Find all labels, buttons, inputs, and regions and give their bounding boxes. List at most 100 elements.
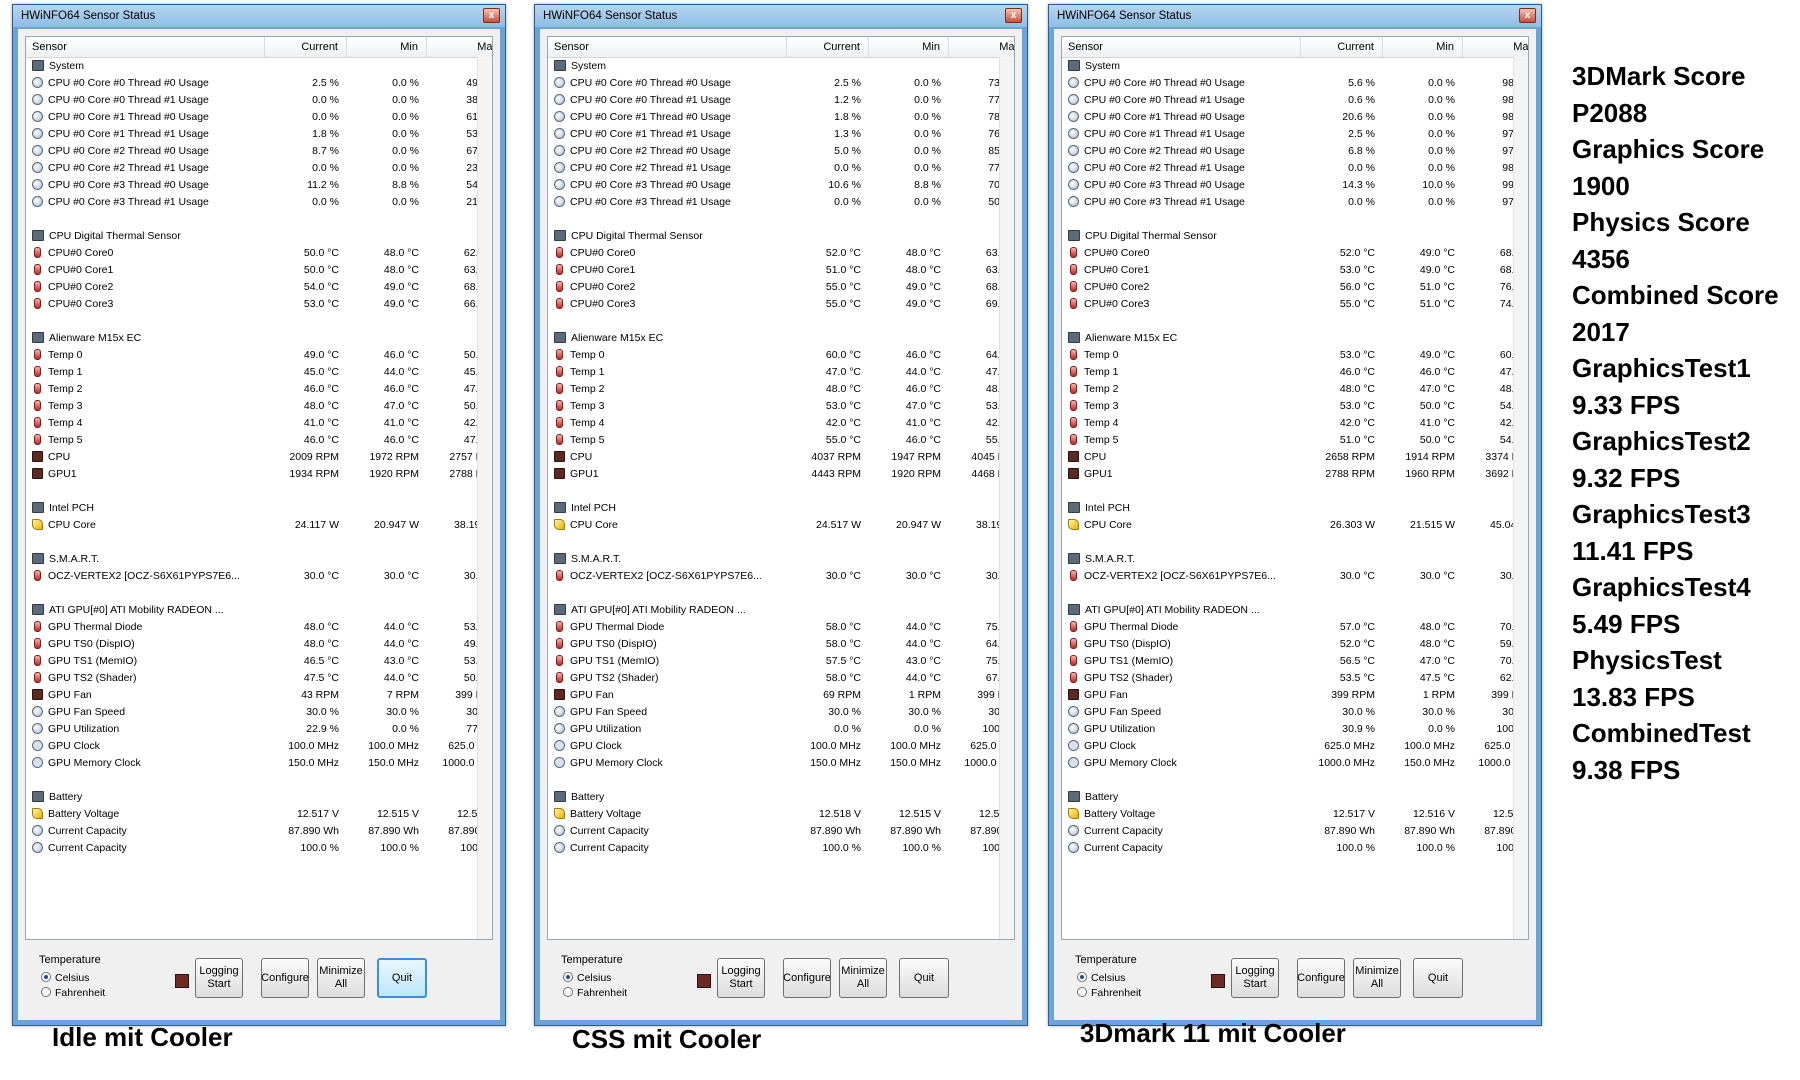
sensor-group[interactable]: ATI GPU[#0] ATI Mobility RADEON ... bbox=[26, 602, 492, 619]
sensor-row[interactable]: GPU Memory Clock 150.0 MHz 150.0 MHz 100… bbox=[548, 755, 1014, 772]
configure-button[interactable]: Configure bbox=[261, 958, 309, 998]
sensor-row[interactable]: GPU Fan Speed 30.0 % 30.0 % 30.0 % bbox=[548, 704, 1014, 721]
sensor-row[interactable]: CPU #0 Core #2 Thread #1 Usage 0.0 % 0.0… bbox=[548, 160, 1014, 177]
sensor-row[interactable]: CPU Core 24.517 W 20.947 W 38.197 W bbox=[548, 517, 1014, 534]
configure-button[interactable]: Configure bbox=[783, 958, 831, 998]
close-button[interactable]: x bbox=[1005, 8, 1022, 23]
sensor-row[interactable]: CPU 2658 RPM 1914 RPM 3374 RPM bbox=[1062, 449, 1528, 466]
sensor-row[interactable]: GPU Thermal Diode 57.0 °C 48.0 °C 70.0 °… bbox=[1062, 619, 1528, 636]
sensor-list[interactable]: Sensor Current Min Max System CPU #0 Cor… bbox=[547, 36, 1015, 940]
sensor-row[interactable]: GPU Clock 625.0 MHz 100.0 MHz 625.0 MHz bbox=[1062, 738, 1528, 755]
column-sensor[interactable]: Sensor bbox=[548, 37, 787, 57]
sensor-row[interactable]: CPU #0 Core #0 Thread #0 Usage 2.5 % 0.0… bbox=[548, 75, 1014, 92]
sensor-row[interactable]: OCZ-VERTEX2 [OCZ-S6X61PYPS7E6... 30.0 °C… bbox=[1062, 568, 1528, 585]
sensor-row[interactable]: CPU #0 Core #2 Thread #0 Usage 8.7 % 0.0… bbox=[26, 143, 492, 160]
close-button[interactable]: x bbox=[483, 8, 500, 23]
sensor-group[interactable]: S.M.A.R.T. bbox=[1062, 551, 1528, 568]
sensor-row[interactable]: Temp 4 42.0 °C 41.0 °C 42.0 °C bbox=[548, 415, 1014, 432]
sensor-row[interactable]: CPU Core 26.303 W 21.515 W 45.047 W bbox=[1062, 517, 1528, 534]
sensor-group[interactable]: Alienware M15x EC bbox=[1062, 330, 1528, 347]
sensor-row[interactable]: CPU #0 Core #2 Thread #1 Usage 0.0 % 0.0… bbox=[1062, 160, 1528, 177]
sensor-row[interactable]: Temp 0 49.0 °C 46.0 °C 50.0 °C bbox=[26, 347, 492, 364]
sensor-group[interactable]: System bbox=[548, 58, 1014, 75]
sensor-row[interactable]: GPU Fan Speed 30.0 % 30.0 % 30.0 % bbox=[1062, 704, 1528, 721]
sensor-row[interactable]: CPU#0 Core1 53.0 °C 49.0 °C 68.0 °C bbox=[1062, 262, 1528, 279]
fahrenheit-radio[interactable] bbox=[1077, 987, 1087, 997]
close-button[interactable]: x bbox=[1519, 8, 1536, 23]
sensor-group[interactable]: CPU Digital Thermal Sensor bbox=[1062, 228, 1528, 245]
sensor-row[interactable]: CPU #0 Core #0 Thread #0 Usage 5.6 % 0.0… bbox=[1062, 75, 1528, 92]
sensor-row[interactable]: CPU#0 Core3 55.0 °C 49.0 °C 69.0 °C bbox=[548, 296, 1014, 313]
sensor-row[interactable]: Current Capacity 100.0 % 100.0 % 100.0 % bbox=[548, 840, 1014, 857]
sensor-row[interactable]: Temp 1 46.0 °C 46.0 °C 47.0 °C bbox=[1062, 364, 1528, 381]
logging-start-button[interactable]: Logging Start bbox=[717, 958, 765, 998]
sensor-row[interactable]: GPU TS0 (DispIO) 58.0 °C 44.0 °C 64.0 °C bbox=[548, 636, 1014, 653]
sensor-settings-icon[interactable] bbox=[1211, 974, 1225, 988]
sensor-row[interactable]: Temp 1 45.0 °C 44.0 °C 45.0 °C bbox=[26, 364, 492, 381]
sensor-row[interactable]: CPU#0 Core2 54.0 °C 49.0 °C 68.0 °C bbox=[26, 279, 492, 296]
sensor-row[interactable]: Current Capacity 100.0 % 100.0 % 100.0 % bbox=[26, 840, 492, 857]
sensor-row[interactable]: CPU #0 Core #1 Thread #1 Usage 1.3 % 0.0… bbox=[548, 126, 1014, 143]
sensor-row[interactable]: CPU #0 Core #1 Thread #0 Usage 0.0 % 0.0… bbox=[26, 109, 492, 126]
sensor-group[interactable]: Intel PCH bbox=[548, 500, 1014, 517]
sensor-row[interactable]: CPU#0 Core1 51.0 °C 48.0 °C 63.0 °C bbox=[548, 262, 1014, 279]
sensor-group[interactable]: Battery bbox=[26, 789, 492, 806]
column-max[interactable]: Max bbox=[427, 37, 492, 57]
sensor-row[interactable]: Temp 4 41.0 °C 41.0 °C 42.0 °C bbox=[26, 415, 492, 432]
sensor-row[interactable]: Temp 5 55.0 °C 46.0 °C 55.0 °C bbox=[548, 432, 1014, 449]
sensor-settings-icon[interactable] bbox=[175, 974, 189, 988]
sensor-row[interactable]: CPU #0 Core #3 Thread #1 Usage 0.0 % 0.0… bbox=[26, 194, 492, 211]
fahrenheit-option[interactable]: Fahrenheit bbox=[563, 987, 627, 999]
column-current[interactable]: Current bbox=[265, 37, 347, 57]
sensor-row[interactable]: CPU #0 Core #1 Thread #0 Usage 1.8 % 0.0… bbox=[548, 109, 1014, 126]
sensor-row[interactable]: GPU1 1934 RPM 1920 RPM 2788 RPM bbox=[26, 466, 492, 483]
sensor-row[interactable]: CPU #0 Core #2 Thread #0 Usage 6.8 % 0.0… bbox=[1062, 143, 1528, 160]
sensor-row[interactable]: GPU TS2 (Shader) 58.0 °C 44.0 °C 67.0 °C bbox=[548, 670, 1014, 687]
sensor-group[interactable]: Alienware M15x EC bbox=[26, 330, 492, 347]
sensor-settings-icon[interactable] bbox=[697, 974, 711, 988]
sensor-row[interactable]: CPU#0 Core2 55.0 °C 49.0 °C 68.0 °C bbox=[548, 279, 1014, 296]
sensor-row[interactable]: Temp 2 48.0 °C 47.0 °C 48.0 °C bbox=[1062, 381, 1528, 398]
column-sensor[interactable]: Sensor bbox=[1062, 37, 1301, 57]
sensor-row[interactable]: CPU #0 Core #3 Thread #0 Usage 14.3 % 10… bbox=[1062, 177, 1528, 194]
sensor-row[interactable]: CPU #0 Core #3 Thread #0 Usage 11.2 % 8.… bbox=[26, 177, 492, 194]
vertical-scrollbar[interactable] bbox=[477, 57, 492, 939]
sensor-row[interactable]: Temp 1 47.0 °C 44.0 °C 47.0 °C bbox=[548, 364, 1014, 381]
quit-button[interactable]: Quit bbox=[377, 958, 427, 998]
sensor-row[interactable]: GPU Thermal Diode 48.0 °C 44.0 °C 53.0 °… bbox=[26, 619, 492, 636]
vertical-scrollbar[interactable] bbox=[1513, 57, 1528, 939]
fahrenheit-option[interactable]: Fahrenheit bbox=[41, 987, 105, 999]
sensor-row[interactable]: GPU Clock 100.0 MHz 100.0 MHz 625.0 MHz bbox=[26, 738, 492, 755]
sensor-row[interactable]: GPU1 2788 RPM 1960 RPM 3692 RPM bbox=[1062, 466, 1528, 483]
sensor-row[interactable]: GPU Fan 399 RPM 1 RPM 399 RPM bbox=[1062, 687, 1528, 704]
sensor-row[interactable]: Temp 0 53.0 °C 49.0 °C 60.0 °C bbox=[1062, 347, 1528, 364]
sensor-row[interactable]: CPU #0 Core #2 Thread #0 Usage 5.0 % 0.0… bbox=[548, 143, 1014, 160]
quit-button[interactable]: Quit bbox=[899, 958, 949, 998]
celsius-radio[interactable] bbox=[41, 972, 51, 982]
window-titlebar[interactable]: HWiNFO64 Sensor Status x bbox=[535, 5, 1027, 27]
sensor-row[interactable]: Temp 2 48.0 °C 46.0 °C 48.0 °C bbox=[548, 381, 1014, 398]
sensor-row[interactable]: OCZ-VERTEX2 [OCZ-S6X61PYPS7E6... 30.0 °C… bbox=[548, 568, 1014, 585]
sensor-row[interactable]: CPU #0 Core #3 Thread #1 Usage 0.0 % 0.0… bbox=[1062, 194, 1528, 211]
sensor-row[interactable]: Temp 3 53.0 °C 47.0 °C 53.0 °C bbox=[548, 398, 1014, 415]
sensor-row[interactable]: Temp 3 53.0 °C 50.0 °C 54.0 °C bbox=[1062, 398, 1528, 415]
sensor-row[interactable]: CPU 4037 RPM 1947 RPM 4045 RPM bbox=[548, 449, 1014, 466]
sensor-row[interactable]: CPU #0 Core #3 Thread #0 Usage 10.6 % 8.… bbox=[548, 177, 1014, 194]
sensor-row[interactable]: CPU #0 Core #1 Thread #1 Usage 1.8 % 0.0… bbox=[26, 126, 492, 143]
fahrenheit-radio[interactable] bbox=[41, 987, 51, 997]
sensor-row[interactable]: Battery Voltage 12.517 V 12.516 V 12.518… bbox=[1062, 806, 1528, 823]
window-titlebar[interactable]: HWiNFO64 Sensor Status x bbox=[13, 5, 505, 27]
celsius-radio[interactable] bbox=[1077, 972, 1087, 982]
sensor-row[interactable]: GPU TS2 (Shader) 47.5 °C 44.0 °C 50.5 °C bbox=[26, 670, 492, 687]
sensor-row[interactable]: CPU #0 Core #2 Thread #1 Usage 0.0 % 0.0… bbox=[26, 160, 492, 177]
sensor-row[interactable]: Temp 5 46.0 °C 46.0 °C 47.0 °C bbox=[26, 432, 492, 449]
sensor-row[interactable]: GPU Memory Clock 1000.0 MHz 150.0 MHz 10… bbox=[1062, 755, 1528, 772]
sensor-row[interactable]: GPU TS2 (Shader) 53.5 °C 47.5 °C 62.0 °C bbox=[1062, 670, 1528, 687]
sensor-row[interactable]: GPU TS1 (MemIO) 46.5 °C 43.0 °C 53.0 °C bbox=[26, 653, 492, 670]
minimize-all-button[interactable]: Minimize All bbox=[1353, 958, 1401, 998]
column-max[interactable]: Max bbox=[949, 37, 1014, 57]
sensor-row[interactable]: GPU1 4443 RPM 1920 RPM 4468 RPM bbox=[548, 466, 1014, 483]
sensor-group[interactable]: Alienware M15x EC bbox=[548, 330, 1014, 347]
sensor-row[interactable]: GPU TS1 (MemIO) 56.5 °C 47.0 °C 70.5 °C bbox=[1062, 653, 1528, 670]
sensor-row[interactable]: GPU Utilization 22.9 % 0.0 % 77.9 % bbox=[26, 721, 492, 738]
